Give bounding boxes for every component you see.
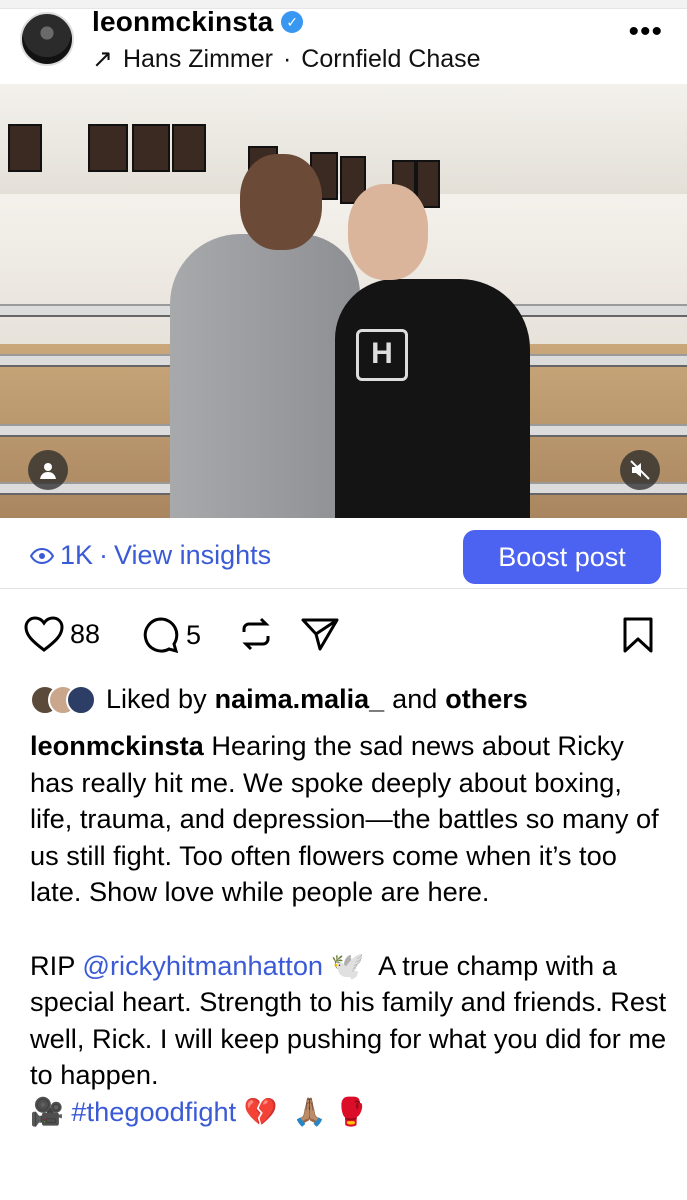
- caption-text: Hearing the sad news about Ricky has rea…: [30, 730, 659, 981]
- likes-count: 88: [70, 618, 101, 649]
- post-photo[interactable]: H: [0, 84, 687, 518]
- insights-label: View insights: [114, 540, 272, 570]
- music-line[interactable]: ↗ Hans Zimmer · Cornfield Chase: [92, 44, 481, 74]
- repost-button[interactable]: [238, 616, 274, 652]
- comment-button[interactable]: 5: [142, 616, 201, 654]
- poster-frame: [88, 124, 128, 172]
- caption-text: 💔 🙏🏽 🥊: [236, 1095, 368, 1127]
- heart-icon: [24, 616, 64, 652]
- liked-by-user[interactable]: naima.malia_: [215, 684, 385, 715]
- bookmark-icon: [623, 617, 653, 653]
- caption-author[interactable]: leonmckinsta: [30, 730, 204, 761]
- views-count: 1K: [60, 540, 94, 570]
- poster-frame: [132, 124, 170, 172]
- poster-frame: [8, 124, 42, 172]
- like-button[interactable]: 88: [24, 616, 100, 652]
- music-separator: ·: [282, 44, 292, 73]
- comments-count: 5: [186, 619, 202, 650]
- person-right: [335, 279, 530, 518]
- liked-by-others[interactable]: others: [445, 684, 528, 715]
- music-track: Cornfield Chase: [301, 44, 481, 73]
- insights-row: 1K · View insights Boost post: [0, 526, 687, 589]
- insights-separator: ·: [99, 540, 109, 570]
- verified-badge-icon: ✓: [281, 11, 304, 33]
- post-caption: leonmckinsta Hearing the sad news about …: [30, 728, 670, 1131]
- person-left-head: [240, 154, 322, 250]
- liked-by-joiner: and: [392, 684, 438, 714]
- send-icon: [301, 618, 339, 651]
- user-avatar[interactable]: [20, 12, 74, 66]
- share-button[interactable]: [300, 616, 340, 652]
- tagged-people-icon[interactable]: [28, 450, 68, 490]
- person-left: [170, 234, 360, 518]
- person-right-head: [348, 184, 428, 280]
- shirt-logo: H: [356, 329, 408, 381]
- liker-avatar: [66, 684, 96, 715]
- poster-frame: [172, 124, 206, 172]
- arrow-up-right-icon: ↗: [92, 45, 113, 73]
- post-header: leonmckinsta ✓ ↗ Hans Zimmer · Cornfield…: [0, 6, 687, 84]
- save-button[interactable]: [622, 616, 654, 654]
- username-row[interactable]: leonmckinsta ✓: [92, 6, 304, 38]
- liked-by-prefix: Liked by: [106, 684, 207, 714]
- action-bar: 88 5: [0, 606, 687, 670]
- repost-icon: [242, 617, 270, 651]
- eye-icon: [30, 547, 54, 564]
- liker-avatars: [30, 684, 96, 715]
- caption-hashtag[interactable]: #thegoodfight: [71, 1096, 236, 1127]
- caption-mention[interactable]: @rickyhitmanhatton: [82, 950, 323, 981]
- music-artist: Hans Zimmer: [122, 44, 273, 73]
- comment-icon: [143, 617, 179, 654]
- username[interactable]: leonmckinsta: [92, 6, 273, 38]
- view-insights-link[interactable]: 1K · View insights: [30, 540, 271, 571]
- liked-by-row[interactable]: Liked by naima.malia_ and others: [30, 684, 528, 715]
- boost-post-button[interactable]: Boost post: [463, 530, 661, 584]
- mute-icon[interactable]: [620, 450, 660, 490]
- more-icon[interactable]: •••: [628, 17, 663, 47]
